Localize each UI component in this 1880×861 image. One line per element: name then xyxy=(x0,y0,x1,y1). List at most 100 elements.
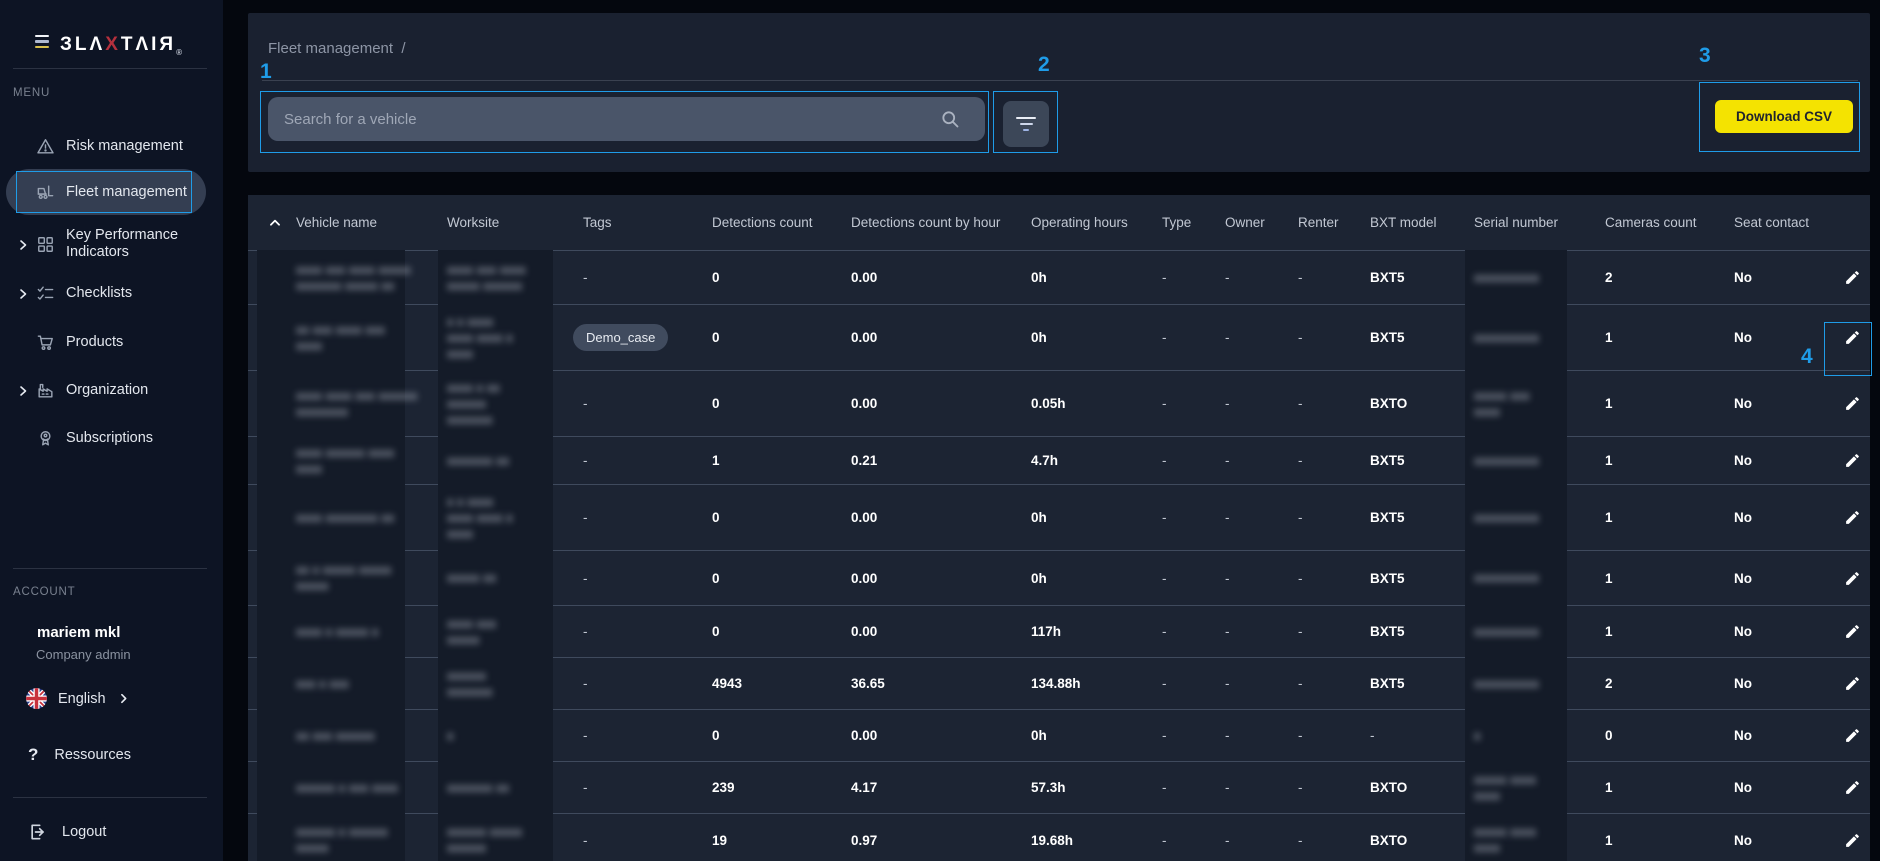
hamburger-menu-icon[interactable] xyxy=(35,35,49,48)
resources-link[interactable]: ? Ressources xyxy=(28,745,131,765)
cell-vehicle-name: xxx x xxx xyxy=(296,676,447,692)
vehicles-table: Vehicle nameWorksiteTagsDetections count… xyxy=(248,195,1870,861)
column-header-vehicle-name[interactable]: Vehicle name xyxy=(296,215,447,230)
cell-serial-number: xxxxxxxxxx xyxy=(1474,570,1605,586)
cell-renter: - xyxy=(1298,676,1370,691)
cell-type: - xyxy=(1162,676,1225,691)
cell-detections-count: 0 xyxy=(712,728,851,743)
cell-vehicle-name: xxxx xxxxxx xxxxxxxx xyxy=(296,445,447,477)
tag-pill: Demo_case xyxy=(573,324,668,351)
cell-edit xyxy=(1840,449,1870,473)
edit-row-button[interactable] xyxy=(1840,672,1864,696)
cell-edit xyxy=(1840,566,1870,590)
cell-renter: - xyxy=(1298,780,1370,795)
edit-row-button[interactable] xyxy=(1840,620,1864,644)
cell-seat-contact: No xyxy=(1734,676,1840,691)
cell-owner: - xyxy=(1225,510,1298,525)
language-label: English xyxy=(58,691,106,707)
cell-seat-contact: No xyxy=(1734,330,1840,345)
cell-bxt-model: BXT5 xyxy=(1370,270,1474,285)
cell-detections-by-hour: 0.00 xyxy=(851,728,1031,743)
sidebar-item-products[interactable]: Products xyxy=(0,322,223,362)
column-header-type: Type xyxy=(1162,215,1225,230)
cell-serial-number: xxxxx xxxxxxxx xyxy=(1474,824,1605,856)
cell-type: - xyxy=(1162,510,1225,525)
cell-operating-hours: 0h xyxy=(1031,728,1162,743)
cell-tags: Demo_case xyxy=(583,324,712,351)
sidebar-item-fleet-management[interactable]: Fleet management xyxy=(0,172,223,212)
annotation-label-1: 1 xyxy=(260,60,272,84)
edit-row-button[interactable] xyxy=(1840,449,1864,473)
cell-operating-hours: 117h xyxy=(1031,624,1162,639)
cell-tags: - xyxy=(583,833,712,848)
sidebar-item-label: Risk management xyxy=(66,138,211,155)
factory-icon xyxy=(36,381,55,400)
logout-icon xyxy=(28,822,48,842)
sidebar-item-risk-management[interactable]: Risk management xyxy=(0,126,223,166)
sidebar-divider xyxy=(13,568,207,569)
edit-row-button[interactable] xyxy=(1840,392,1864,416)
edit-row-button[interactable] xyxy=(1840,828,1864,852)
filter-button[interactable] xyxy=(1003,101,1049,147)
logout-button[interactable]: Logout xyxy=(28,822,106,842)
cell-worksite: xxxx xxxxxxxx xyxy=(447,616,583,648)
cell-vehicle-name: xx xxx xxxxxx xyxy=(296,728,447,744)
edit-row-button[interactable] xyxy=(1840,566,1864,590)
cell-renter: - xyxy=(1298,330,1370,345)
cell-serial-number: xxxxxxxxxx xyxy=(1474,624,1605,640)
cell-serial-number: xxxxx xxxxxxx xyxy=(1474,388,1605,420)
cell-detections-by-hour: 0.00 xyxy=(851,330,1031,345)
cell-serial-number: xxxxxxxxxx xyxy=(1474,453,1605,469)
cell-detections-by-hour: 0.00 xyxy=(851,510,1031,525)
edit-row-button[interactable] xyxy=(1840,724,1864,748)
cell-vehicle-name: xxxx xxxx xxx xxxxxxxxxxxxxx xyxy=(296,388,447,420)
cell-worksite: xxxxx xx xyxy=(447,570,583,586)
cell-bxt-model: BXT5 xyxy=(1370,330,1474,345)
warning-triangle-icon xyxy=(36,137,55,156)
sidebar-item-organization[interactable]: Organization xyxy=(0,370,223,410)
cell-type: - xyxy=(1162,728,1225,743)
cell-vehicle-name: xxxx x xxxxx x xyxy=(296,624,447,640)
user-role: Company admin xyxy=(36,647,131,662)
edit-row-button[interactable] xyxy=(1840,506,1864,530)
column-header-detections-count-by-hour: Detections count by hour xyxy=(851,215,1031,230)
cell-edit xyxy=(1840,392,1870,416)
search-icon xyxy=(940,109,960,129)
cell-operating-hours: 57.3h xyxy=(1031,780,1162,795)
column-header-bxt-model: BXT model xyxy=(1370,215,1474,230)
table-row: xx xxx xxxx xxxxxxxx x xxxxxxxx xxxx xxx… xyxy=(248,304,1870,370)
cell-worksite: xxxxxx xxxxxxxxxxx xyxy=(447,824,583,856)
sidebar-item-key-performance-indicators[interactable]: Key Performance Indicators xyxy=(0,224,223,264)
cell-cameras-count: 1 xyxy=(1605,624,1734,639)
sidebar-item-checklists[interactable]: Checklists xyxy=(0,273,223,313)
column-header-operating-hours: Operating hours xyxy=(1031,215,1162,230)
cell-owner: - xyxy=(1225,330,1298,345)
logout-label: Logout xyxy=(62,824,106,840)
resources-label: Ressources xyxy=(54,747,131,763)
edit-row-button[interactable] xyxy=(1840,776,1864,800)
cell-seat-contact: No xyxy=(1734,780,1840,795)
cell-detections-by-hour: 0.00 xyxy=(851,571,1031,586)
annotation-label-3: 3 xyxy=(1699,44,1711,68)
cell-edit xyxy=(1840,506,1870,530)
search-input[interactable] xyxy=(268,111,985,128)
cell-edit xyxy=(1840,620,1870,644)
table-row: xxxx xxxx xxx xxxxxxxxxxxxxxxxxx x xxxxx… xyxy=(248,370,1870,436)
table-row: xxxx xxxxxxxx xxx x xxxxxxxx xxxx xxxxx-… xyxy=(248,484,1870,550)
brand-row: ЗLΛXTΛIЯ® xyxy=(0,14,223,48)
cell-type: - xyxy=(1162,833,1225,848)
cell-tags: - xyxy=(583,396,712,411)
cell-seat-contact: No xyxy=(1734,453,1840,468)
sidebar-item-subscriptions[interactable]: Subscriptions xyxy=(0,418,223,458)
cell-owner: - xyxy=(1225,728,1298,743)
edit-row-button[interactable] xyxy=(1840,326,1864,350)
edit-row-button[interactable] xyxy=(1840,266,1864,290)
cell-type: - xyxy=(1162,624,1225,639)
column-header-cameras-count: Cameras count xyxy=(1605,215,1734,230)
sort-caret-up-icon[interactable] xyxy=(268,216,282,230)
language-selector[interactable]: English xyxy=(26,688,130,709)
cell-operating-hours: 134.88h xyxy=(1031,676,1162,691)
download-csv-button[interactable]: Download CSV xyxy=(1715,100,1853,133)
sidebar-item-label: Organization xyxy=(66,382,211,399)
cell-tags: - xyxy=(583,676,712,691)
